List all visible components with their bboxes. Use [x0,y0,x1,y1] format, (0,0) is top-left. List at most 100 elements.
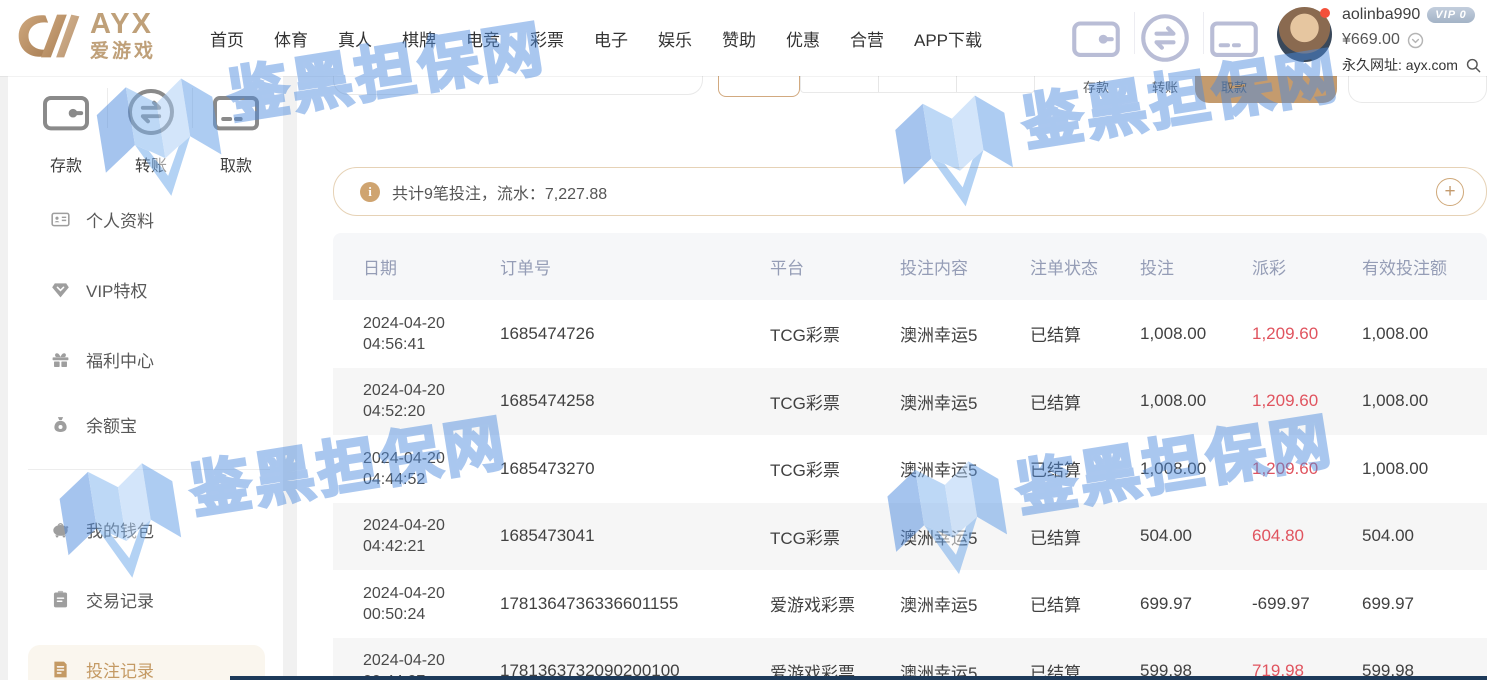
platform: 爱游戏彩票 [770,591,900,616]
bet-content: 澳洲幸运5 [900,389,1030,414]
table-row: 2024-04-2004:56:41 1685474726 TCG彩票 澳洲幸运… [333,300,1487,368]
date-range-input[interactable] [333,76,703,95]
sidebar-item-vip[interactable]: VIP特权 [50,277,147,302]
divider [1203,12,1204,54]
nav-sports[interactable]: 体育 [274,26,308,51]
bet-status: 已结算 [1030,321,1140,346]
sidebar-withdraw-button[interactable]: 取款 [208,84,264,176]
expand-plus-button[interactable]: + [1436,178,1464,206]
bank-card-icon [1205,54,1263,71]
bet-content: 澳洲幸运5 [900,456,1030,481]
payout-amount: 1,209.60 [1252,459,1362,479]
bet-amount: 1,008.00 [1140,459,1252,479]
bet-amount: 1,008.00 [1140,324,1252,344]
bet-records-table: 日期 订单号 平台 投注内容 注单状态 投注 派彩 有效投注额 2024-04-… [333,233,1487,680]
brand-name-cn: 爱游戏 [90,42,156,61]
order-number: 1781364736336601155 [500,594,770,614]
bank-card-icon [208,127,264,144]
bet-date: 2024-04-2000:50:24 [363,583,500,625]
valid-bet-amount: 1,008.00 [1362,324,1487,344]
bet-status: 已结算 [1030,591,1140,616]
nav-chess[interactable]: 棋牌 [402,26,436,51]
bet-content: 澳洲幸运5 [900,321,1030,346]
valid-bet-amount: 1,008.00 [1362,459,1487,479]
divider [192,88,193,128]
order-number: 1685473270 [500,459,770,479]
filter-segment[interactable] [879,76,957,92]
nav-slots[interactable]: 电子 [594,26,628,51]
bet-date: 2024-04-2004:52:20 [363,380,500,422]
main-nav: 首页 体育 真人 棋牌 电竞 彩票 电子 娱乐 赞助 优惠 合营 APP下载 [210,0,982,76]
bet-content: 澳洲幸运5 [900,524,1030,549]
page: i 共计9笔投注，流水：7,227.88 + 日期 订单号 平台 投注内容 注单… [0,0,1487,680]
search-icon[interactable] [1465,57,1482,74]
sidebar-divider [28,469,270,470]
filter-segment[interactable] [801,76,879,92]
clipboard-icon [50,589,71,610]
user-avatar[interactable] [1277,7,1332,62]
sidebar-item-transactions[interactable]: 交易记录 [50,587,154,612]
platform: TCG彩票 [770,456,900,481]
brand-mark-icon [16,11,82,61]
gift-icon [50,349,71,370]
nav-lottery[interactable]: 彩票 [530,26,564,51]
sidebar-item-profile[interactable]: 个人资料 [50,207,154,232]
payout-amount: -699.97 [1252,594,1362,614]
bet-record-icon [50,659,71,680]
transfer-icon [123,127,179,144]
divider [1134,12,1135,54]
wallet-icon [1067,54,1125,71]
header-withdraw-button[interactable]: 取款 [1205,9,1263,96]
nav-esports[interactable]: 电竞 [466,26,500,51]
username: aolinba990 [1342,6,1420,24]
table-row: 2024-04-2004:44:52 1685473270 TCG彩票 澳洲幸运… [333,435,1487,503]
valid-bet-amount: 699.97 [1362,594,1487,614]
col-payout: 派彩 [1252,254,1362,279]
sidebar-main-gutter [283,76,297,680]
nav-partner[interactable]: 合营 [850,26,884,51]
balance-refresh-icon[interactable] [1407,32,1424,49]
header-deposit-button[interactable]: 存款 [1067,9,1125,96]
bet-date: 2024-04-2004:44:52 [363,448,500,490]
table-body: 2024-04-2004:56:41 1685474726 TCG彩票 澳洲幸运… [333,300,1487,680]
divider [107,88,108,128]
sidebar-item-welfare[interactable]: 福利中心 [50,347,154,372]
transfer-icon [1136,54,1194,71]
valid-bet-amount: 1,008.00 [1362,391,1487,411]
filter-option-selected[interactable] [718,76,800,97]
brand-logo[interactable]: AYX 爱游戏 [16,10,156,61]
payout-amount: 1,209.60 [1252,391,1362,411]
sidebar-item-bet-records[interactable]: 投注记录 [50,657,154,680]
col-date: 日期 [363,254,500,279]
payout-amount: 1,209.60 [1252,324,1362,344]
col-bet: 投注 [1140,254,1252,279]
nav-app-download[interactable]: APP下载 [914,26,982,51]
nav-entertainment[interactable]: 娱乐 [658,26,692,51]
filter-right-box[interactable] [1348,76,1487,103]
bet-status: 已结算 [1030,456,1140,481]
header-transfer-button[interactable]: 转账 [1136,9,1194,96]
filter-segment[interactable] [957,76,1034,92]
brand-name: AYX [90,10,156,39]
page-left-gutter [0,76,8,680]
nav-promo[interactable]: 优惠 [786,26,820,51]
nav-live[interactable]: 真人 [338,26,372,51]
nav-sponsor[interactable]: 赞助 [722,26,756,51]
sidebar-item-yuebao[interactable]: 余额宝 [50,412,137,437]
table-row: 2024-04-2004:42:21 1685473041 TCG彩票 澳洲幸运… [333,503,1487,571]
table-header-row: 日期 订单号 平台 投注内容 注单状态 投注 派彩 有效投注额 [333,233,1487,300]
order-number: 1685474726 [500,324,770,344]
order-number: 1685473041 [500,526,770,546]
sidebar-transfer-button[interactable]: 转账 [123,84,179,176]
col-valid: 有效投注额 [1362,254,1487,279]
bet-amount: 1,008.00 [1140,391,1252,411]
filter-segment-group[interactable] [800,76,1035,93]
col-content: 投注内容 [900,254,1030,279]
col-platform: 平台 [770,254,900,279]
sidebar-deposit-button[interactable]: 存款 [38,84,94,176]
sidebar-item-wallet[interactable]: 我的钱包 [50,517,154,542]
nav-home[interactable]: 首页 [210,26,244,51]
bet-status: 已结算 [1030,524,1140,549]
col-status: 注单状态 [1030,254,1140,279]
bet-content: 澳洲幸运5 [900,591,1030,616]
